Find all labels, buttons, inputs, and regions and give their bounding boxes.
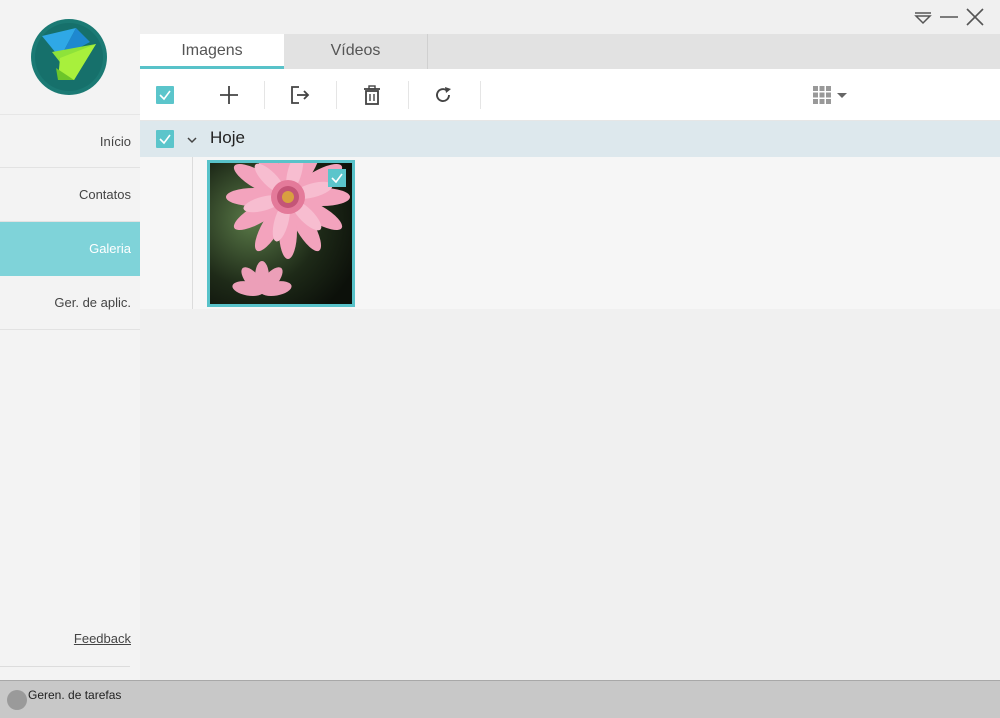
tab-divider	[427, 34, 428, 69]
feedback-link[interactable]: Feedback	[74, 631, 131, 646]
sidebar-item-apps[interactable]: Ger. de aplic.	[0, 276, 140, 330]
toolbar	[140, 69, 1000, 121]
refresh-icon	[436, 87, 451, 102]
view-mode-button[interactable]	[808, 81, 852, 109]
grid-view-icon	[813, 86, 831, 104]
trash-icon	[364, 85, 380, 105]
refresh-button[interactable]	[429, 81, 457, 109]
chevron-down-icon	[837, 93, 847, 98]
sidebar-item-contatos[interactable]: Contatos	[0, 168, 140, 222]
toolbar-separator	[408, 81, 409, 109]
thumbnail-checkbox[interactable]	[328, 169, 346, 187]
tree-line	[192, 157, 193, 309]
tab-bar: Imagens Vídeos	[140, 34, 1000, 69]
sidebar-nav: Início Contatos Galeria Ger. de aplic.	[0, 114, 140, 330]
delete-button[interactable]	[358, 81, 386, 109]
task-manager-label[interactable]: Geren. de tarefas	[28, 688, 121, 702]
add-button[interactable]	[215, 81, 243, 109]
select-all-checkbox[interactable]	[151, 81, 179, 109]
task-manager-icon[interactable]	[7, 690, 27, 710]
sidebar-item-galeria[interactable]: Galeria	[0, 222, 140, 276]
menu-dropdown-icon[interactable]	[912, 7, 934, 27]
sidebar-item-inicio[interactable]: Início	[0, 114, 140, 168]
toolbar-separator	[480, 81, 481, 109]
export-button[interactable]	[286, 81, 314, 109]
gallery-content	[140, 157, 1000, 309]
app-logo	[30, 18, 108, 96]
app-window: Início Contatos Galeria Ger. de aplic. F…	[0, 0, 1000, 718]
close-icon[interactable]	[964, 7, 986, 27]
plus-icon	[220, 86, 238, 104]
collapse-chevron-icon[interactable]	[186, 133, 198, 151]
sidebar-divider	[0, 666, 130, 667]
toolbar-separator	[264, 81, 265, 109]
toolbar-separator	[336, 81, 337, 109]
tab-videos[interactable]: Vídeos	[284, 34, 427, 69]
group-header: Hoje	[140, 121, 1000, 157]
taskbar: Geren. de tarefas	[0, 680, 1000, 718]
tab-imagens[interactable]: Imagens	[140, 34, 284, 69]
group-checkbox[interactable]	[156, 130, 174, 148]
gallery-thumbnail[interactable]	[207, 160, 355, 307]
group-title: Hoje	[210, 128, 245, 147]
sidebar: Início Contatos Galeria Ger. de aplic. F…	[0, 0, 140, 680]
minimize-icon[interactable]	[938, 7, 960, 27]
export-icon	[291, 86, 310, 104]
